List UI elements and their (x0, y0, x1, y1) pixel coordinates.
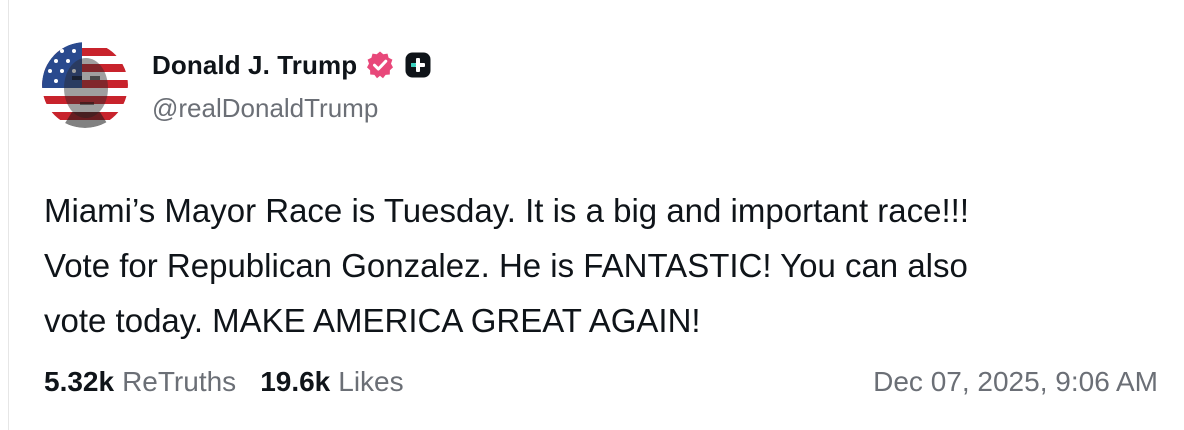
verified-badge-icon (365, 50, 395, 80)
likes-label: Likes (338, 366, 404, 397)
post-body-line: vote today. MAKE AMERICA GREAT AGAIN! (44, 302, 701, 339)
post-stats: 5.32k ReTruths 19.6k Likes (44, 366, 404, 398)
post-body-line: Vote for Republican Gonzalez. He is FANT… (44, 247, 968, 284)
post-body: Miami’s Mayor Race is Tuesday. It is a b… (44, 183, 1154, 348)
post-body-line: Miami’s Mayor Race is Tuesday. It is a b… (44, 192, 969, 229)
author-handle[interactable]: @realDonaldTrump (152, 93, 378, 124)
retruths-label: ReTruths (122, 366, 237, 397)
truth-post-card: Donald J. Trump @realDonaldTrump Miami’s… (0, 0, 1184, 430)
post-timestamp[interactable]: Dec 07, 2025, 9:06 AM (873, 366, 1158, 398)
avatar-image (42, 42, 128, 128)
author-display-name[interactable]: Donald J. Trump (152, 50, 357, 81)
author-name-row: Donald J. Trump (152, 47, 431, 83)
likes-stat[interactable]: 19.6k Likes (260, 366, 403, 398)
retruths-stat[interactable]: 5.32k ReTruths (44, 366, 236, 398)
plus-badge-icon (405, 52, 431, 78)
likes-count: 19.6k (260, 366, 331, 397)
avatar[interactable] (42, 42, 128, 128)
retruths-count: 5.32k (44, 366, 115, 397)
